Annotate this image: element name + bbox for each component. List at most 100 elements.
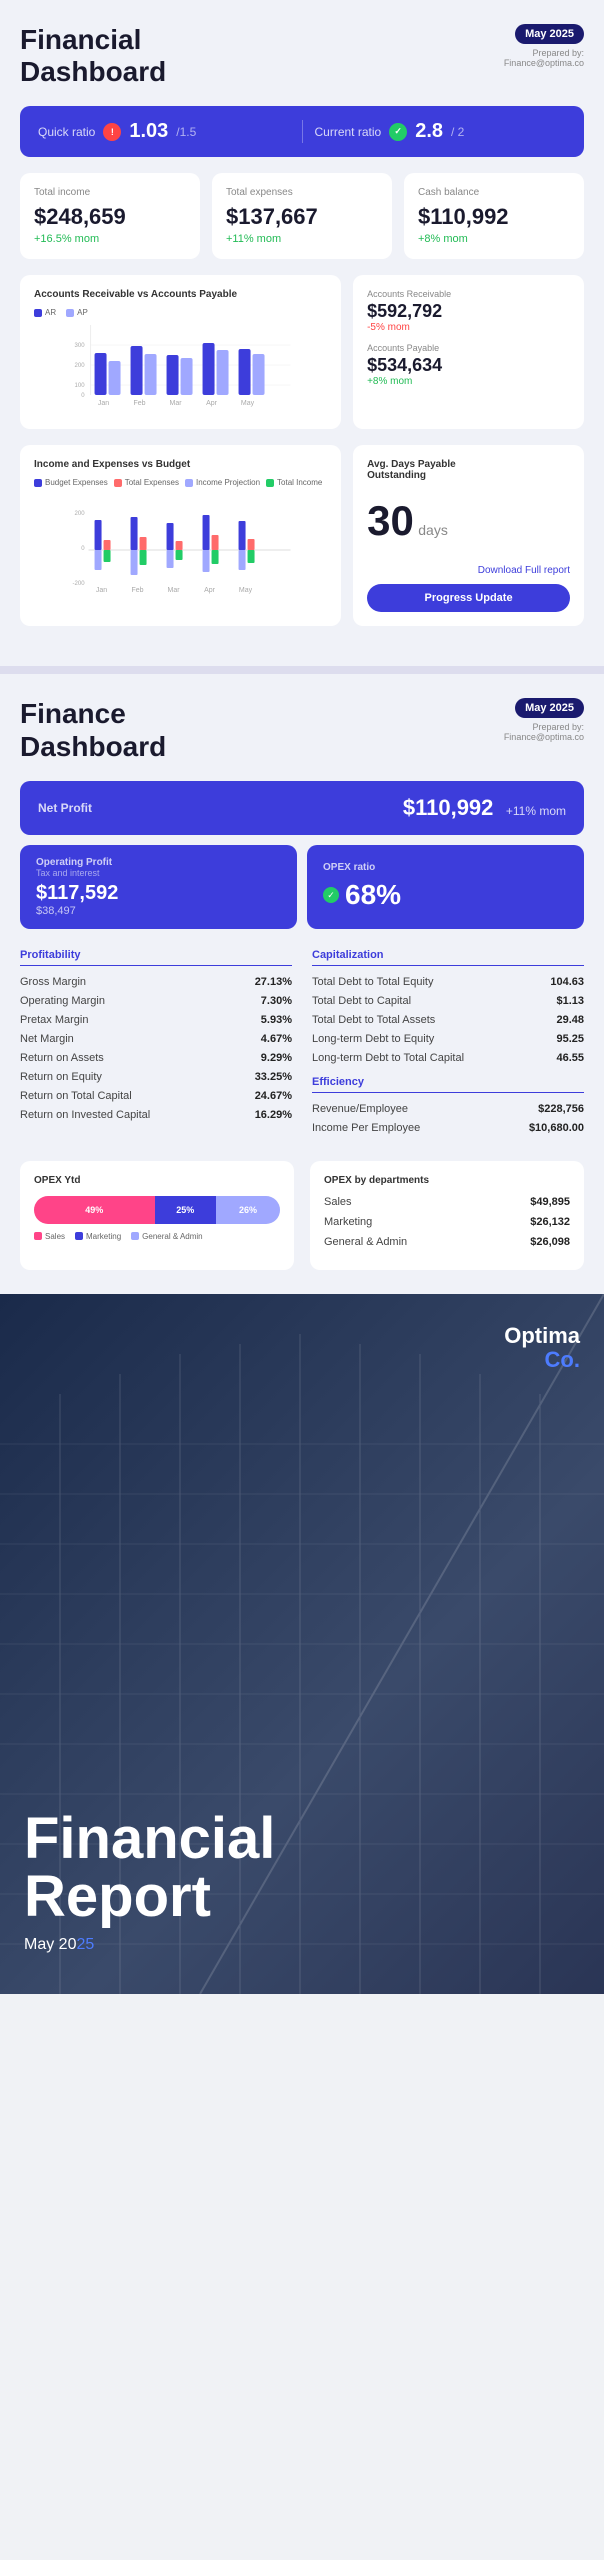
budget-chart-title: Income and Expenses vs Budget — [34, 459, 327, 470]
svg-text:Mar: Mar — [168, 587, 181, 594]
inc-emp-val: $10,680.00 — [529, 1122, 584, 1134]
pretax-row: Pretax Margin 5.93% — [20, 1014, 292, 1026]
op-value: $117,592 — [36, 882, 281, 905]
income-label: Total income — [34, 187, 186, 198]
ar-ap-legend: AR AP — [34, 308, 327, 317]
ap-value: $534,634 — [367, 355, 570, 376]
ratio-divider — [302, 120, 303, 143]
bottom-text: FinancialReport May 2025 — [24, 1810, 275, 1954]
dept-marketing-name: Marketing — [324, 1216, 372, 1228]
tdta-val: 29.48 — [556, 1014, 584, 1026]
income-change: +16.5% mom — [34, 233, 186, 245]
cash-value: $110,992 — [418, 204, 570, 230]
ltde-val: 95.25 — [556, 1033, 584, 1045]
rev-emp-row: Revenue/Employee $228,756 — [312, 1103, 584, 1115]
opex-bar: 49% 25% 26% — [34, 1196, 280, 1224]
budget-chart-card: Income and Expenses vs Budget Budget Exp… — [20, 445, 341, 626]
fin-report-date: May 2025 — [24, 1936, 275, 1954]
tdtc-val: $1.13 — [556, 995, 584, 1007]
legend-total-exp: Total Expenses — [114, 478, 179, 487]
ar-values-card: Accounts Receivable $592,792 -5% mom Acc… — [353, 275, 584, 429]
legend-ar: AR — [34, 308, 56, 317]
svg-text:May: May — [239, 587, 253, 594]
roic-val: 16.29% — [255, 1109, 292, 1121]
svg-text:Feb: Feb — [132, 587, 144, 594]
avg-days-card: Avg. Days PayableOutstanding 30 days Dow… — [353, 445, 584, 626]
rotc-key: Return on Total Capital — [20, 1090, 132, 1102]
profitability-title: Profitability — [20, 949, 292, 966]
svg-text:Feb: Feb — [134, 400, 146, 407]
dept-sales-name: Sales — [324, 1196, 352, 1208]
metric-income: Total income $248,659 +16.5% mom — [20, 173, 200, 259]
avg-days-unit: days — [418, 522, 448, 538]
legend-income-proj: Income Projection — [185, 478, 260, 487]
operating-profit-card: Operating Profit Tax and interest $117,5… — [20, 845, 297, 929]
prepared-by: Prepared by:Finance@optima.co — [504, 48, 584, 68]
header-right: May 2025 Prepared by:Finance@optima.co — [504, 24, 584, 68]
net-margin-val: 4.67% — [261, 1033, 292, 1045]
opex-admin-dot — [131, 1232, 139, 1240]
opex-marketing-dot — [75, 1232, 83, 1240]
roa-row: Return on Assets 9.29% — [20, 1052, 292, 1064]
op-margin-key: Operating Margin — [20, 995, 105, 1007]
opex-ytd-section: OPEX Ytd 49% 25% 26% Sales — [20, 1161, 584, 1270]
gross-margin-key: Gross Margin — [20, 976, 86, 988]
profitability-capitalization: Profitability Gross Margin 27.13% Operat… — [20, 949, 584, 1141]
page2-header: FinanceDashboard May 2025 Prepared by:Fi… — [20, 698, 584, 762]
download-link[interactable]: Download Full report — [367, 565, 570, 576]
inc-emp-key: Income Per Employee — [312, 1122, 420, 1134]
opex-value: 68% — [345, 879, 401, 911]
ar-value: $592,792 — [367, 301, 570, 322]
net-margin-row: Net Margin 4.67% — [20, 1033, 292, 1045]
pretax-key: Pretax Margin — [20, 1014, 88, 1026]
roe-key: Return on Equity — [20, 1071, 102, 1083]
tdta-row: Total Debt to Total Assets 29.48 — [312, 1014, 584, 1026]
avg-days-value-section: 30 days — [367, 497, 570, 545]
page2-date-badge: May 2025 — [515, 698, 584, 718]
rotc-val: 24.67% — [255, 1090, 292, 1102]
download-section: Download Full report Progress Update — [367, 565, 570, 612]
metric-cash: Cash balance $110,992 +8% mom — [404, 173, 584, 259]
legend-be-dot — [34, 479, 42, 487]
roic-key: Return on Invested Capital — [20, 1109, 150, 1121]
op-label: Operating Profit — [36, 857, 281, 868]
ar-ap-chart-card: Accounts Receivable vs Accounts Payable … — [20, 275, 341, 429]
dept-sales: Sales $49,895 — [324, 1196, 570, 1208]
budget-row: Income and Expenses vs Budget Budget Exp… — [20, 445, 584, 626]
svg-text:0: 0 — [81, 546, 85, 552]
roa-key: Return on Assets — [20, 1052, 104, 1064]
opex-dept-rows: Sales $49,895 Marketing $26,132 General … — [324, 1196, 570, 1248]
current-ratio-item: Current ratio ✓ 2.8 / 2 — [315, 120, 567, 143]
roe-row: Return on Equity 33.25% — [20, 1071, 292, 1083]
svg-text:100: 100 — [75, 383, 86, 389]
legend-te-dot — [114, 479, 122, 487]
quick-ratio-icon: ! — [103, 123, 121, 141]
current-ratio-icon: ✓ — [389, 123, 407, 141]
current-ratio-label: Current ratio — [315, 125, 382, 139]
legend-budget-exp: Budget Expenses — [34, 478, 108, 487]
svg-text:200: 200 — [75, 511, 86, 517]
quick-ratio-sub: /1.5 — [176, 125, 196, 139]
ltde-row: Long-term Debt to Equity 95.25 — [312, 1033, 584, 1045]
legend-be-label: Budget Expenses — [45, 478, 108, 487]
rev-emp-val: $228,756 — [538, 1103, 584, 1115]
opex-dept-card: OPEX by departments Sales $49,895 Market… — [310, 1161, 584, 1270]
legend-ap-label: AP — [77, 308, 88, 317]
legend-te-label: Total Expenses — [125, 478, 179, 487]
pretax-val: 5.93% — [261, 1014, 292, 1026]
opex-label: OPEX ratio — [323, 862, 568, 873]
cash-label: Cash balance — [418, 187, 570, 198]
gross-margin-val: 27.13% — [255, 976, 292, 988]
expenses-value: $137,667 — [226, 204, 378, 230]
opex-seg-sales: 49% — [34, 1196, 155, 1224]
legend-ap-dot — [66, 309, 74, 317]
svg-text:May: May — [241, 400, 255, 407]
quick-ratio-item: Quick ratio ! 1.03 /1.5 — [38, 120, 290, 143]
progress-update-button[interactable]: Progress Update — [367, 584, 570, 612]
ap-change: +8% mom — [367, 376, 570, 387]
roe-val: 33.25% — [255, 1071, 292, 1083]
legend-ap: AP — [66, 308, 88, 317]
tdte-row: Total Debt to Total Equity 104.63 — [312, 976, 584, 988]
current-ratio-sub: / 2 — [451, 125, 464, 139]
opex-ratio-card: OPEX ratio ✓ 68% — [307, 845, 584, 929]
